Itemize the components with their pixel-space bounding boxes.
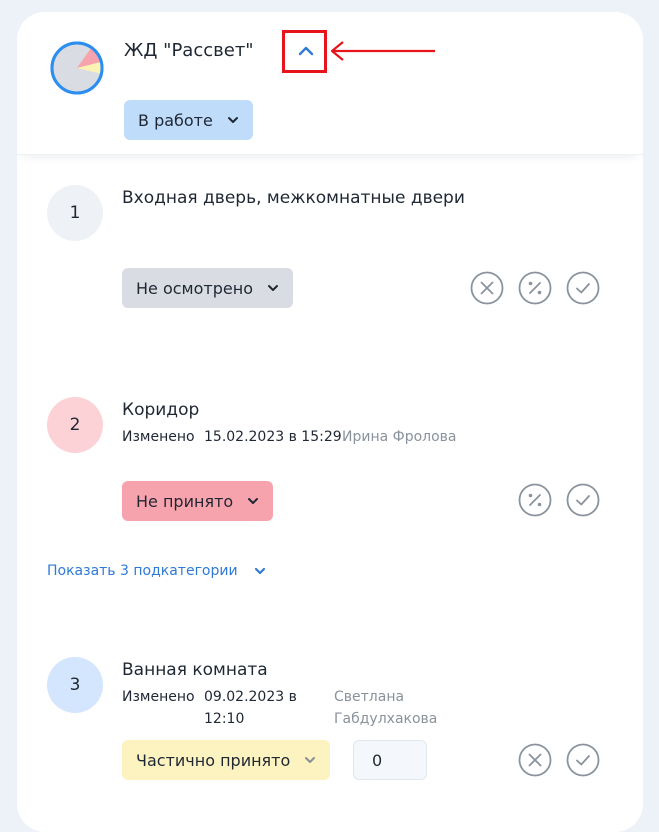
chevron-down-icon [254,567,265,575]
chevron-down-icon [227,117,238,123]
chevron-down-icon [267,285,278,291]
chevron-down-icon [248,498,259,504]
quantity-input[interactable] [353,740,427,780]
changed-author-line2: Габдулхакова [334,711,438,727]
check-circle-icon[interactable] [566,483,600,517]
arrow-annotation-icon [330,41,435,61]
item-status-dropdown[interactable]: Не осмотрено [122,268,293,308]
item-title: Входная дверь, межкомнатные двери [122,188,465,208]
changed-date: 15.02.2023 в 15:29 [204,429,342,445]
item-title: Ванная комната [122,660,268,680]
item-number: 1 [69,203,81,223]
changed-author: Ирина Фролова [342,429,457,445]
item-number-badge: 3 [47,657,103,713]
percent-circle-icon[interactable] [518,271,552,305]
changed-author-line1: Светлана [334,689,405,705]
item-number: 3 [69,675,81,695]
show-subcategories-link[interactable]: Показать 3 подкатегории [47,563,266,579]
close-circle-icon[interactable] [470,271,504,305]
close-circle-icon[interactable] [518,743,552,777]
item-status-label: Не принято [136,491,234,511]
object-title: ЖД "Рассвет" [124,40,254,61]
item-status-label: Не осмотрено [136,278,253,298]
item-number: 2 [69,415,81,435]
check-circle-icon[interactable] [566,743,600,777]
item-title: Коридор [122,400,200,420]
percent-circle-icon[interactable] [518,483,552,517]
project-status-label: В работе [138,110,213,130]
highlight-annotation-box [282,30,327,73]
changed-label: Изменено [122,689,195,705]
card-header: ЖД "Рассвет" В работе [17,12,643,155]
changed-label: Изменено [122,429,195,445]
item-number-badge: 2 [47,397,103,453]
check-circle-icon[interactable] [566,271,600,305]
inspection-card: ЖД "Рассвет" В работе 1 Входная дверь, м… [17,12,643,832]
project-status-dropdown[interactable]: В работе [124,100,253,140]
show-subcategories-label: Показать 3 подкатегории [47,563,238,579]
changed-date-line1: 09.02.2023 в [204,689,297,705]
chevron-down-icon [305,757,316,763]
item-status-dropdown[interactable]: Частично принято [122,740,331,780]
pie-chart-icon [50,41,104,95]
item-status-label: Частично принято [136,750,291,770]
changed-date-line2: 12:10 [204,711,245,727]
item-status-dropdown[interactable]: Не принято [122,481,274,521]
item-number-badge: 1 [47,185,103,241]
